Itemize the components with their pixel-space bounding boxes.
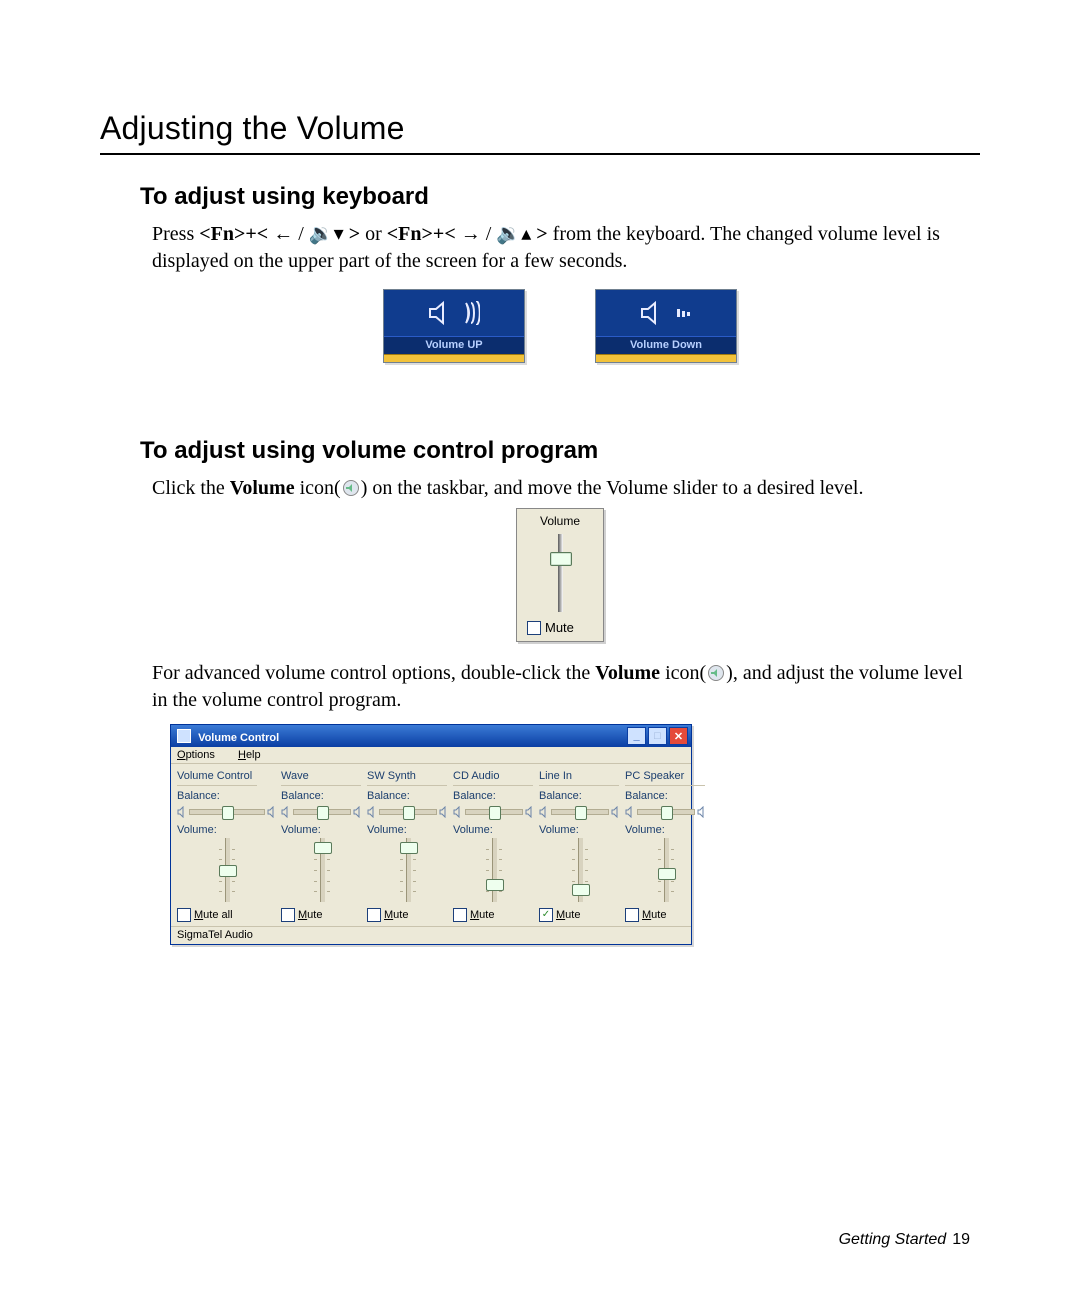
mute-checkbox[interactable] [527, 621, 541, 635]
channel-name: Volume Control [177, 770, 257, 786]
balance-label: Balance: [367, 790, 449, 802]
balance-label: Balance: [625, 790, 707, 802]
minimize-button[interactable]: _ [627, 727, 646, 745]
volume-label: Volume: [281, 824, 363, 836]
page-footer: Getting Started19 [839, 1231, 970, 1249]
waves-down-icon [676, 301, 692, 325]
balance-label: Balance: [453, 790, 535, 802]
status-bar: SigmaTel Audio [171, 926, 691, 944]
volume-label: Volume: [539, 824, 621, 836]
menubar[interactable]: Options Help [171, 747, 691, 764]
waves-up-icon [464, 301, 480, 325]
close-button[interactable]: ✕ [669, 727, 688, 745]
maximize-button[interactable]: □ [648, 727, 667, 745]
tray-volume-icon [706, 662, 726, 678]
speaker-icon [640, 300, 670, 326]
channel-volume-control: Volume Control Balance: Volume: Mute all [177, 770, 277, 922]
mute-label: Mute [545, 620, 574, 635]
mute-checkbox[interactable]: ✓ [539, 908, 553, 922]
channel-pc-speaker: PC Speaker Balance: Volume: Mute [625, 770, 707, 922]
channel-name: SW Synth [367, 770, 447, 786]
speaker-icon [428, 300, 458, 326]
channel-name: Wave [281, 770, 361, 786]
volume-slider[interactable] [216, 838, 238, 902]
balance-slider[interactable] [539, 804, 621, 820]
channel-sw-synth: SW Synth Balance: Volume: Mute [367, 770, 449, 922]
titlebar[interactable]: Volume Control _ □ ✕ [171, 725, 691, 747]
channel-name: CD Audio [453, 770, 533, 786]
volume-slider[interactable] [311, 838, 333, 902]
volume-popup-title: Volume [517, 514, 603, 528]
balance-slider[interactable] [625, 804, 707, 820]
volume-slider[interactable] [569, 838, 591, 902]
mute-label: Mute all [194, 909, 233, 921]
volume-slider[interactable] [397, 838, 419, 902]
balance-slider[interactable] [177, 804, 277, 820]
volume-control-window: Volume Control _ □ ✕ Options Help Volume… [170, 724, 692, 945]
section-program-heading: To adjust using volume control program [140, 437, 980, 465]
mute-label: Mute [384, 909, 408, 921]
balance-label: Balance: [281, 790, 363, 802]
volume-label: Volume: [625, 824, 707, 836]
osd-volume-up: Volume UP [383, 289, 525, 363]
volume-slider[interactable] [549, 534, 571, 612]
section-keyboard-body: Press <Fn>+< ← / 🔉▾ > or <Fn>+< → / 🔉▴ >… [152, 221, 980, 275]
volume-popup: Volume Mute [516, 508, 604, 642]
app-icon [177, 729, 191, 743]
mute-label: Mute [298, 909, 322, 921]
mute-label: Mute [470, 909, 494, 921]
volume-label: Volume: [177, 824, 277, 836]
vol-up-glyph-icon: 🔉▴ [496, 223, 531, 245]
channel-name: PC Speaker [625, 770, 705, 786]
balance-slider[interactable] [367, 804, 449, 820]
channel-cd-audio: CD Audio Balance: Volume: Mute [453, 770, 535, 922]
section-program-p1: Click the Volume icon() on the taskbar, … [152, 475, 980, 502]
channel-line-in: Line In Balance: Volume: ✓Mute [539, 770, 621, 922]
balance-label: Balance: [539, 790, 621, 802]
osd-volume-down: Volume Down [595, 289, 737, 363]
channel-wave: Wave Balance: Volume: Mute [281, 770, 363, 922]
section-program-p2: For advanced volume control options, dou… [152, 660, 980, 714]
vol-down-glyph-icon: 🔉▾ [309, 223, 344, 245]
mute-checkbox[interactable] [453, 908, 467, 922]
menu-help[interactable]: Help [238, 749, 271, 761]
page-title: Adjusting the Volume [100, 110, 980, 155]
mute-checkbox[interactable] [367, 908, 381, 922]
menu-options[interactable]: Options [177, 749, 225, 761]
section-keyboard-heading: To adjust using keyboard [140, 183, 980, 211]
volume-label: Volume: [367, 824, 449, 836]
volume-label: Volume: [453, 824, 535, 836]
mute-checkbox[interactable] [281, 908, 295, 922]
volume-slider[interactable] [655, 838, 677, 902]
mute-checkbox[interactable] [625, 908, 639, 922]
mute-label: Mute [556, 909, 580, 921]
channel-name: Line In [539, 770, 619, 786]
tray-volume-icon [341, 477, 361, 493]
mute-checkbox[interactable] [177, 908, 191, 922]
balance-slider[interactable] [453, 804, 535, 820]
mute-label: Mute [642, 909, 666, 921]
balance-slider[interactable] [281, 804, 363, 820]
balance-label: Balance: [177, 790, 277, 802]
window-title: Volume Control [198, 732, 279, 744]
volume-slider[interactable] [483, 838, 505, 902]
